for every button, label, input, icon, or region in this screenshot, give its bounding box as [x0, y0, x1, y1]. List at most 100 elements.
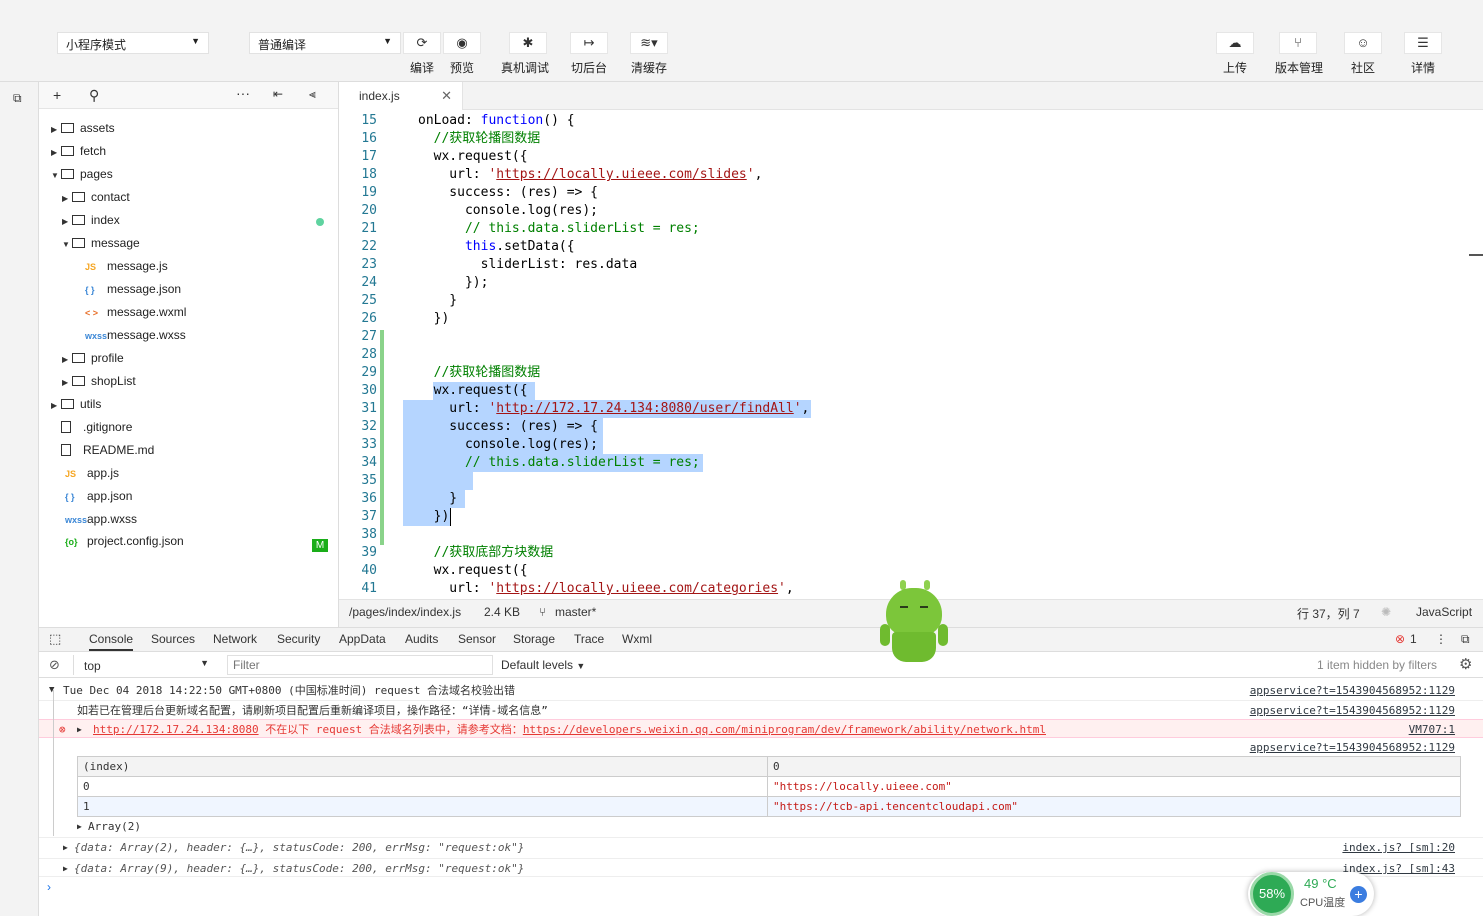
- chevron-down-icon[interactable]: ▼: [62, 233, 72, 256]
- tree-item-message[interactable]: ▼ message: [62, 232, 140, 255]
- code-line[interactable]: //获取轮播图数据: [418, 130, 541, 148]
- error-count[interactable]: 1: [1410, 632, 1417, 646]
- collapse-icon[interactable]: ⇤: [273, 87, 283, 101]
- tree-item-app-json[interactable]: { } app.json: [51, 485, 132, 508]
- tab-wxml[interactable]: Wxml: [622, 632, 652, 646]
- prompt-icon[interactable]: ›: [47, 880, 51, 894]
- tree-item-message-wxml[interactable]: < > message.wxml: [71, 301, 186, 324]
- log-object[interactable]: {data: Array(2), header: {…}, statusCode…: [74, 838, 524, 857]
- chevron-down-icon[interactable]: ▼: [51, 164, 61, 187]
- code-line[interactable]: onLoad: function() {: [418, 112, 575, 130]
- tree-item-profile[interactable]: ▶ profile: [62, 347, 124, 370]
- tab-index-js[interactable]: index.js ✕: [339, 82, 463, 110]
- preview-button[interactable]: ◉ 预览: [443, 32, 481, 76]
- context-select[interactable]: top ▼: [73, 655, 213, 675]
- tab-sensor[interactable]: Sensor: [458, 632, 496, 646]
- tree-item-fetch[interactable]: ▶ fetch: [51, 140, 106, 163]
- log-source-link[interactable]: appservice?t=1543904568952:1129: [1250, 681, 1455, 700]
- table-header-cell[interactable]: 0: [767, 756, 1461, 777]
- chevron-right-icon[interactable]: ▶: [63, 859, 68, 878]
- more-icon[interactable]: ···: [236, 85, 250, 101]
- code-line[interactable]: url: 'https://locally.uieee.com/categori…: [418, 580, 793, 598]
- community-button[interactable]: ☺ 社区: [1344, 32, 1382, 76]
- chevron-right-icon[interactable]: ▶: [62, 210, 72, 233]
- tree-item-shoplist[interactable]: ▶ shopList: [62, 370, 136, 393]
- status-branch[interactable]: master*: [555, 605, 596, 619]
- tree-item-assets[interactable]: ▶ assets: [51, 117, 115, 140]
- more-vertical-icon[interactable]: ⋮: [1435, 632, 1447, 646]
- code-line[interactable]: success: (res) => {: [418, 184, 598, 202]
- code-line[interactable]: console.log(res);: [418, 202, 598, 220]
- chevron-right-icon[interactable]: ▶: [77, 817, 82, 836]
- chevron-right-icon[interactable]: ▶: [51, 118, 61, 141]
- tree-item-message-json[interactable]: { } message.json: [71, 278, 181, 301]
- console-filter-input[interactable]: [227, 655, 493, 675]
- remote-debug-button[interactable]: ✱ 真机调试: [501, 32, 549, 76]
- tree-item-app-js[interactable]: JS app.js: [51, 462, 119, 485]
- code-line[interactable]: console.log(res);: [418, 436, 598, 454]
- plus-icon[interactable]: +: [53, 87, 61, 103]
- chevron-right-icon[interactable]: ▶: [77, 720, 82, 739]
- code-line[interactable]: success: (res) => {: [418, 418, 598, 436]
- code-line[interactable]: });: [418, 274, 489, 292]
- cpu-widget[interactable]: 58% 49 °C CPU温度 +: [1248, 872, 1374, 916]
- log-object[interactable]: {data: Array(9), header: {…}, statusCode…: [74, 859, 524, 878]
- plus-icon[interactable]: +: [1350, 886, 1367, 903]
- chevron-right-icon[interactable]: ▶: [62, 371, 72, 394]
- tab-network[interactable]: Network: [213, 632, 257, 646]
- tree-item-gitignore[interactable]: .gitignore: [51, 416, 132, 439]
- error-doc-link[interactable]: https://developers.weixin.qq.com/minipro…: [523, 723, 1046, 736]
- tree-item-index[interactable]: ▶ index: [62, 209, 120, 232]
- chevron-right-icon[interactable]: ▶: [51, 141, 61, 164]
- tab-storage[interactable]: Storage: [513, 632, 555, 646]
- code-line[interactable]: wx.request({: [418, 562, 528, 580]
- array-label[interactable]: Array(2): [88, 817, 141, 836]
- code-line[interactable]: this.setData({: [418, 238, 575, 256]
- log-source-link[interactable]: appservice?t=1543904568952:1129: [1250, 738, 1455, 757]
- close-icon[interactable]: ✕: [441, 88, 452, 104]
- code-line[interactable]: url: 'http://172.17.24.134:8080/user/fin…: [418, 400, 809, 418]
- tree-item-app-wxss[interactable]: wxssapp.wxss: [51, 508, 137, 531]
- code-line[interactable]: // this.data.sliderList = res;: [418, 454, 700, 472]
- chevron-right-icon[interactable]: ▶: [63, 838, 68, 857]
- version-button[interactable]: ⑂ 版本管理: [1275, 32, 1323, 76]
- tree-item-utils[interactable]: ▶ utils: [51, 393, 101, 416]
- tab-audits[interactable]: Audits: [405, 632, 438, 646]
- upload-button[interactable]: ☁ 上传: [1216, 32, 1254, 76]
- code-line[interactable]: wx.request({: [418, 382, 528, 400]
- chevron-right-icon[interactable]: ▶: [62, 348, 72, 371]
- search-icon[interactable]: ⚲: [89, 87, 99, 104]
- log-source-link[interactable]: appservice?t=1543904568952:1129: [1250, 701, 1455, 720]
- details-button[interactable]: ☰ 详情: [1404, 32, 1442, 76]
- tree-item-contact[interactable]: ▶ contact: [62, 186, 130, 209]
- status-language[interactable]: JavaScript: [1416, 605, 1472, 619]
- code-line[interactable]: }: [418, 292, 457, 310]
- tree-item-project-config-json[interactable]: {o} project.config.json: [51, 530, 184, 553]
- background-button[interactable]: ↦ 切后台: [570, 32, 608, 76]
- table-header-cell[interactable]: (index): [77, 756, 768, 777]
- tree-item-message-js[interactable]: JS message.js: [71, 255, 168, 278]
- log-source-link[interactable]: VM707:1: [1409, 720, 1455, 739]
- dock-icon[interactable]: ⧉: [1461, 632, 1470, 647]
- code-line[interactable]: sliderList: res.data: [418, 256, 638, 274]
- clear-cache-button[interactable]: ≋▾ 清缓存: [630, 32, 668, 76]
- levels-select[interactable]: Default levels ▼: [501, 658, 585, 672]
- chevron-right-icon[interactable]: ▶: [62, 187, 72, 210]
- error-url-link[interactable]: http://172.17.24.134:8080: [93, 723, 259, 736]
- tab-console[interactable]: Console: [89, 632, 134, 651]
- clear-console-icon[interactable]: ⊘: [49, 657, 60, 673]
- compile-button[interactable]: ⟳ 编译: [403, 32, 441, 76]
- tab-security[interactable]: Security: [277, 632, 320, 646]
- gear-icon[interactable]: ⚙: [1459, 655, 1472, 673]
- code-line[interactable]: url: 'https://locally.uieee.com/slides',: [418, 166, 762, 184]
- tree-item-readme-md[interactable]: README.md: [51, 439, 154, 462]
- code-line[interactable]: }): [418, 310, 450, 328]
- code-line[interactable]: }: [418, 490, 457, 508]
- log-group-title[interactable]: Tue Dec 04 2018 14:22:50 GMT+0800 (中国标准时…: [63, 681, 515, 700]
- tab-trace[interactable]: Trace: [574, 632, 604, 646]
- window-icon[interactable]: ⧉: [13, 91, 22, 106]
- status-cursor[interactable]: 行 37，列 7: [1297, 605, 1360, 622]
- code-line[interactable]: // this.data.sliderList = res;: [418, 220, 700, 238]
- inspect-icon[interactable]: ⬚: [49, 631, 61, 647]
- tree-item-pages[interactable]: ▼ pages: [51, 163, 113, 186]
